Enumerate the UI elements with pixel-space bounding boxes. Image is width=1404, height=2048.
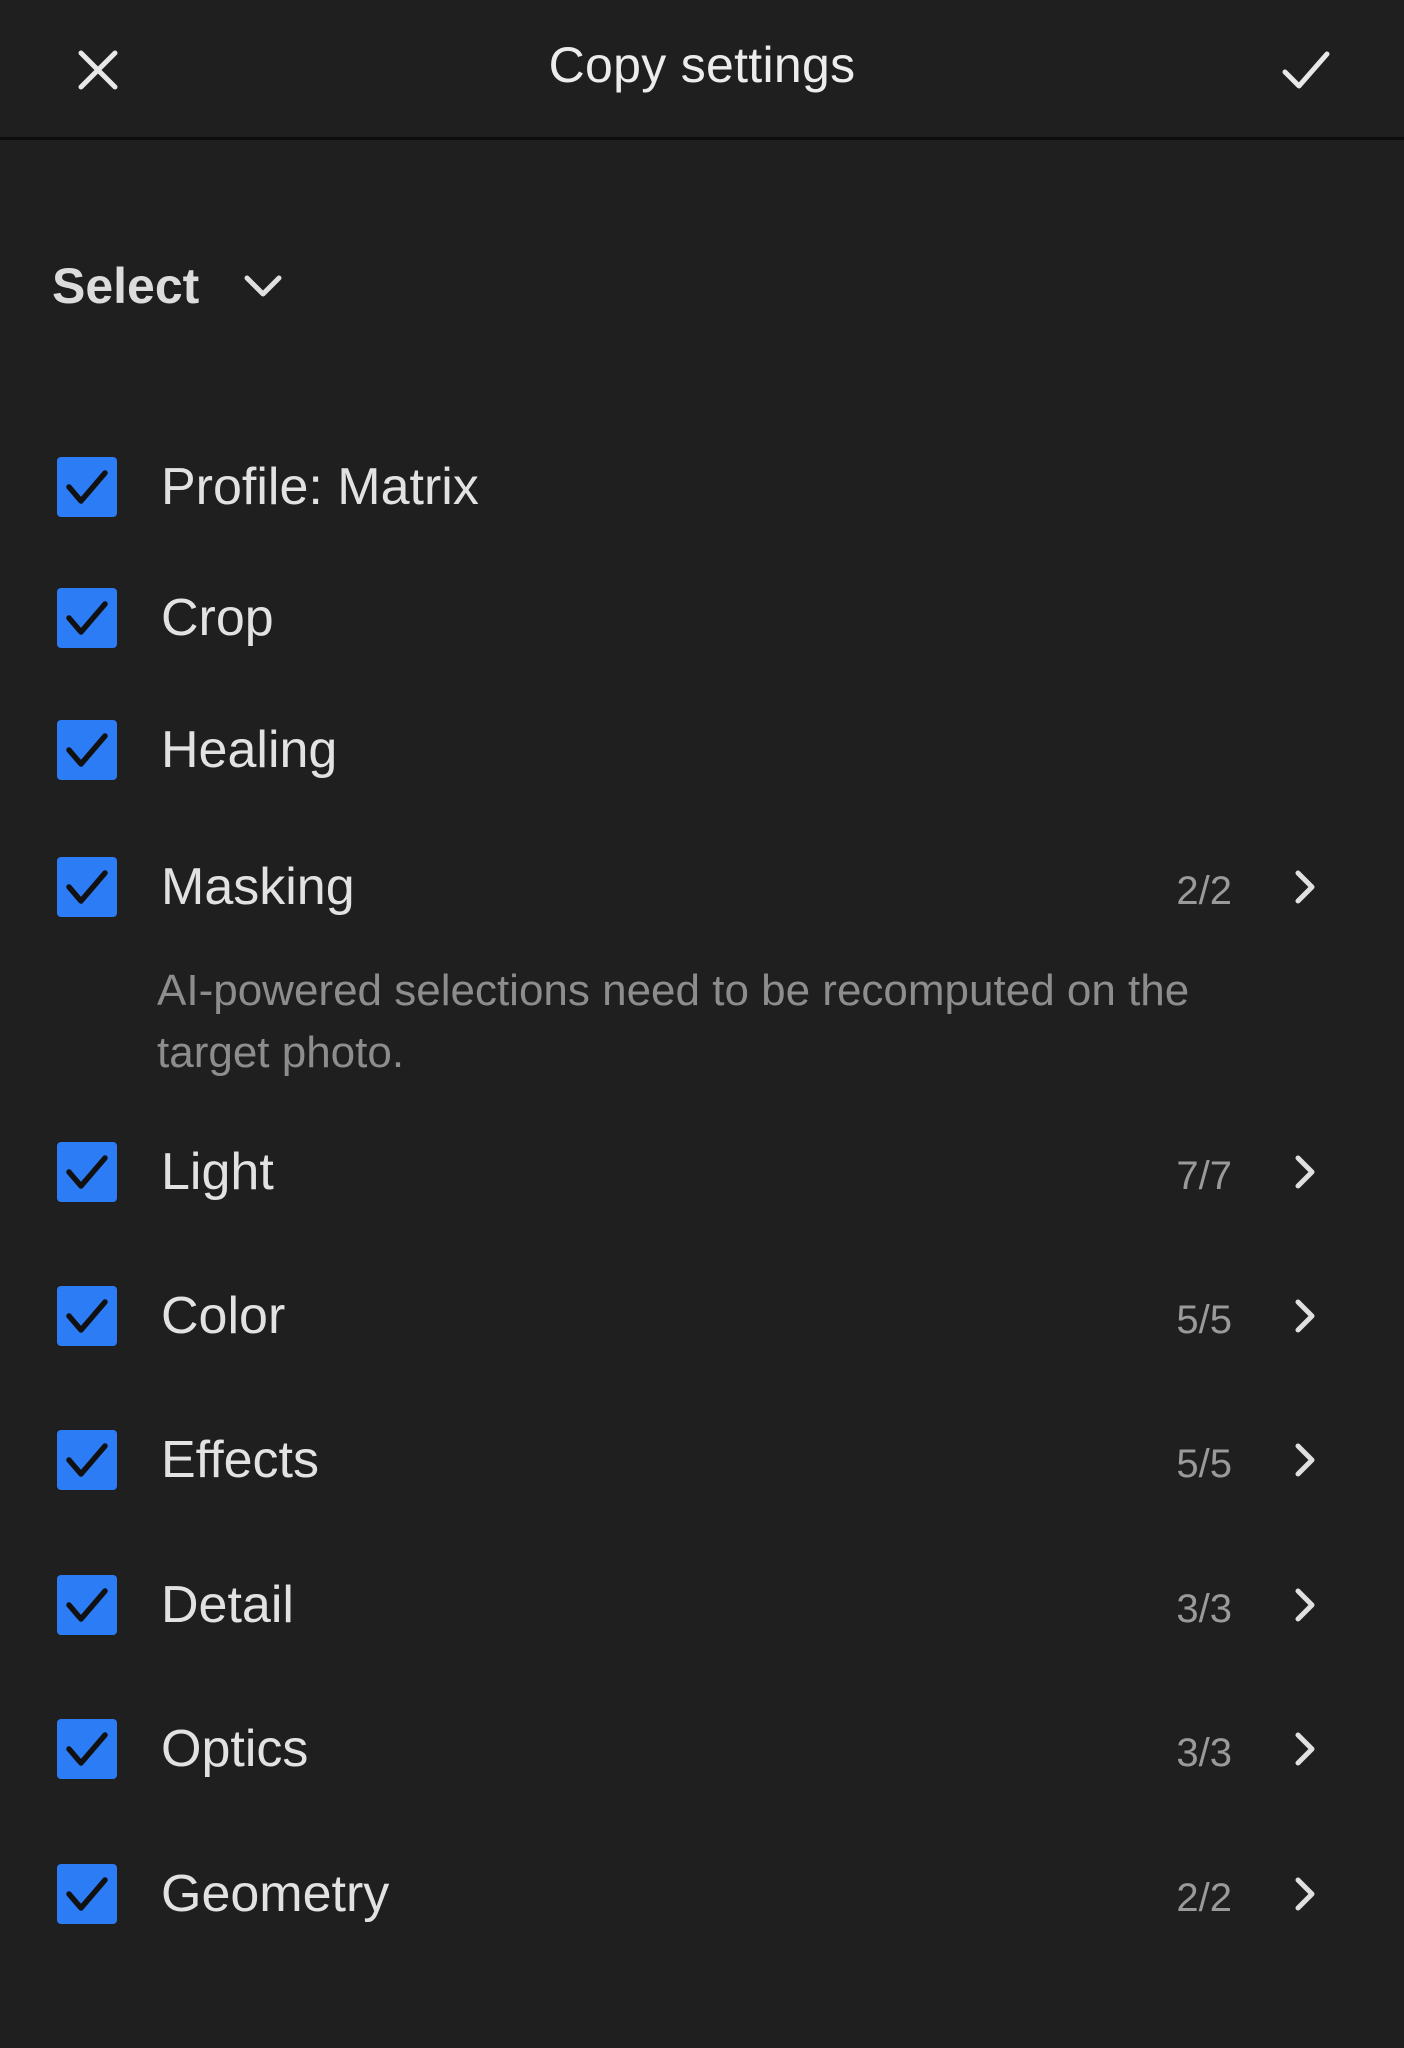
checkmark-icon — [66, 1588, 108, 1622]
checkmark-icon — [66, 1877, 108, 1911]
checkbox-crop[interactable] — [57, 588, 117, 648]
setting-item-optics[interactable]: Optics 3/3 — [0, 1699, 1404, 1799]
checkbox-masking[interactable] — [57, 857, 117, 917]
setting-label: Light — [161, 1143, 274, 1201]
select-dropdown[interactable]: Select — [52, 246, 283, 326]
setting-count: 5/5 — [1176, 1442, 1232, 1486]
chevron-right-icon[interactable] — [1290, 1440, 1320, 1480]
setting-item-effects[interactable]: Effects 5/5 — [0, 1410, 1404, 1510]
setting-count: 3/3 — [1176, 1731, 1232, 1775]
chevron-right-icon[interactable] — [1290, 1874, 1320, 1914]
chevron-right-icon[interactable] — [1290, 1152, 1320, 1192]
setting-label: Geometry — [161, 1865, 390, 1923]
setting-item-light[interactable]: Light 7/7 — [0, 1122, 1404, 1222]
setting-count: 5/5 — [1176, 1298, 1232, 1342]
checkmark-icon — [66, 601, 108, 635]
chevron-down-icon — [243, 273, 283, 299]
checkbox-effects[interactable] — [57, 1430, 117, 1490]
page-title: Copy settings — [548, 37, 856, 93]
checkmark-icon — [66, 1443, 108, 1477]
masking-note: AI-powered selections need to be recompu… — [157, 966, 1190, 1077]
chevron-right-icon[interactable] — [1290, 1296, 1320, 1336]
checkmark-icon — [1282, 51, 1330, 89]
setting-item-healing[interactable]: Healing — [0, 700, 1404, 800]
setting-count: 2/2 — [1176, 869, 1232, 913]
setting-item-color[interactable]: Color 5/5 — [0, 1266, 1404, 1366]
checkmark-icon — [66, 1155, 108, 1189]
select-label: Select — [52, 258, 200, 314]
checkbox-color[interactable] — [57, 1286, 117, 1346]
confirm-button[interactable] — [1268, 32, 1344, 108]
setting-item-detail[interactable]: Detail 3/3 — [0, 1555, 1404, 1655]
checkmark-icon — [66, 870, 108, 904]
checkbox-light[interactable] — [57, 1142, 117, 1202]
checkmark-icon — [66, 1299, 108, 1333]
checkmark-icon — [66, 1732, 108, 1766]
setting-label: Detail — [161, 1576, 294, 1634]
setting-label: Masking — [161, 858, 355, 916]
setting-count: 2/2 — [1176, 1876, 1232, 1920]
chevron-right-icon[interactable] — [1290, 1729, 1320, 1769]
setting-item-crop[interactable]: Crop — [0, 568, 1404, 668]
setting-label: Optics — [161, 1720, 309, 1778]
checkbox-geometry[interactable] — [57, 1864, 117, 1924]
setting-label: Healing — [161, 721, 338, 779]
checkbox-detail[interactable] — [57, 1575, 117, 1635]
chevron-right-icon[interactable] — [1290, 867, 1320, 907]
checkbox-optics[interactable] — [57, 1719, 117, 1779]
setting-label: Profile: Matrix — [161, 458, 479, 516]
chevron-right-icon[interactable] — [1290, 1585, 1320, 1625]
checkbox-healing[interactable] — [57, 720, 117, 780]
checkbox-profile[interactable] — [57, 457, 117, 517]
setting-item-profile[interactable]: Profile: Matrix — [0, 437, 1404, 537]
checkmark-icon — [66, 470, 108, 504]
setting-item-masking[interactable]: Masking 2/2 — [0, 837, 1404, 937]
setting-count: 3/3 — [1176, 1587, 1232, 1631]
setting-label: Crop — [161, 589, 274, 647]
setting-label: Color — [161, 1287, 286, 1345]
checkmark-icon — [66, 733, 108, 767]
setting-label: Effects — [161, 1431, 320, 1489]
setting-count: 7/7 — [1176, 1154, 1232, 1198]
header-bar: Copy settings — [0, 0, 1404, 140]
setting-item-geometry[interactable]: Geometry 2/2 — [0, 1844, 1404, 1944]
